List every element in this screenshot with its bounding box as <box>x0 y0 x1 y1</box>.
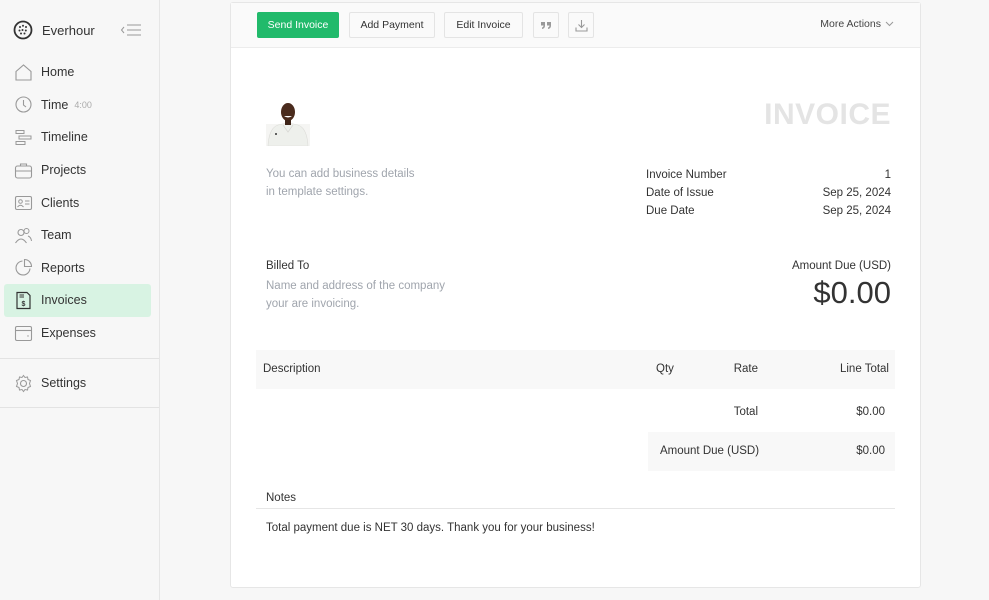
business-logo-image <box>266 103 310 146</box>
sidebar-item-label: Expenses <box>41 326 96 341</box>
everhour-logo-icon <box>13 20 33 40</box>
pie-chart-icon <box>15 259 33 276</box>
total-value: $0.00 <box>856 406 885 418</box>
sidebar-item-label: Settings <box>41 376 87 391</box>
timeline-icon <box>15 129 32 145</box>
notes-label: Notes <box>266 492 297 504</box>
quote-icon <box>541 22 551 29</box>
sidebar-item-label: Home <box>41 65 75 80</box>
amount-due-row-value: $0.00 <box>856 445 885 457</box>
add-payment-button[interactable]: Add Payment <box>349 12 435 38</box>
total-row: Total $0.00 <box>256 396 895 426</box>
billed-note-line: Name and address of the company <box>266 280 445 292</box>
meta-value: Sep 25, 2024 <box>822 205 891 217</box>
sidebar: Everhour Home Time 4:00 Timeline Project… <box>0 0 160 600</box>
collapse-sidebar-icon[interactable] <box>120 22 142 38</box>
meta-label: Date of Issue <box>646 187 714 199</box>
chevron-down-icon <box>885 21 894 27</box>
sidebar-item-invoices[interactable]: $ Invoices <box>4 284 151 317</box>
sidebar-item-time[interactable]: Time 4:00 <box>4 89 151 122</box>
sidebar-divider <box>0 407 159 408</box>
invoice-icon: $ <box>16 291 31 310</box>
invoice-meta: Invoice Number 1 Date of Issue Sep 25, 2… <box>646 166 891 220</box>
sidebar-item-team[interactable]: Team <box>4 219 151 252</box>
meta-value: Sep 25, 2024 <box>822 187 891 199</box>
meta-label: Due Date <box>646 205 695 217</box>
download-button[interactable] <box>568 12 594 38</box>
brand[interactable]: Everhour <box>13 19 95 41</box>
billed-to-label: Billed To <box>266 260 310 272</box>
brand-name: Everhour <box>42 22 95 38</box>
send-invoice-button[interactable]: Send Invoice <box>257 12 339 38</box>
business-note-line: You can add business details <box>266 168 415 180</box>
column-qty: Qty <box>656 363 674 375</box>
wallet-icon <box>14 325 33 341</box>
more-actions-dropdown[interactable]: More Actions <box>820 18 894 30</box>
column-line-total: Line Total <box>839 363 889 375</box>
briefcase-icon <box>14 163 33 179</box>
sidebar-item-label: Clients <box>41 195 80 210</box>
sidebar-item-settings[interactable]: Settings <box>4 367 151 400</box>
notes-text: Total payment due is NET 30 days. Thank … <box>266 522 595 534</box>
sidebar-item-reports[interactable]: Reports <box>4 252 151 285</box>
amount-due-row-label: Amount Due (USD) <box>660 445 760 457</box>
quote-button[interactable] <box>533 12 559 38</box>
sidebar-item-label: Invoices <box>41 293 87 308</box>
billed-note-line: your are invoicing. <box>266 298 360 310</box>
date-of-issue-row: Date of Issue Sep 25, 2024 <box>646 184 891 202</box>
sidebar-item-projects[interactable]: Projects <box>4 154 151 187</box>
due-date-row: Due Date Sep 25, 2024 <box>646 202 891 220</box>
time-badge: 4:00 <box>74 99 92 110</box>
amount-due-row: Amount Due (USD) $0.00 <box>648 432 895 471</box>
column-description: Description <box>263 363 321 375</box>
sidebar-item-label: Team <box>41 228 72 243</box>
sidebar-nav: Home Time 4:00 Timeline Projects Clients… <box>4 56 151 349</box>
amount-due-label: Amount Due (USD) <box>791 260 891 272</box>
sidebar-item-clients[interactable]: Clients <box>4 186 151 219</box>
meta-label: Invoice Number <box>646 169 727 181</box>
sidebar-item-timeline[interactable]: Timeline <box>4 121 151 154</box>
sidebar-divider <box>0 358 159 359</box>
sidebar-item-expenses[interactable]: Expenses <box>4 317 151 350</box>
invoice-card: Send Invoice Add Payment Edit Invoice Mo… <box>230 2 921 588</box>
gear-icon <box>15 374 32 393</box>
team-icon <box>15 227 32 244</box>
line-items-header: Description Qty Rate Line Total <box>256 350 895 389</box>
client-card-icon <box>14 196 33 211</box>
sidebar-item-home[interactable]: Home <box>4 56 151 89</box>
amount-due-value: $0.00 <box>813 275 891 310</box>
sidebar-item-label: Timeline <box>41 130 88 145</box>
invoice-toolbar: Send Invoice Add Payment Edit Invoice Mo… <box>231 3 920 48</box>
invoice-number-row: Invoice Number 1 <box>646 166 891 184</box>
billed-to-placeholder: Name and address of the company your are… <box>266 277 445 313</box>
sidebar-item-label: Projects <box>41 163 87 178</box>
sidebar-item-label: Time <box>41 97 69 112</box>
business-details-placeholder: You can add business details in template… <box>266 165 415 201</box>
home-icon <box>15 64 32 81</box>
more-actions-label: More Actions <box>820 18 881 30</box>
edit-invoice-button[interactable]: Edit Invoice <box>444 12 523 38</box>
column-rate: Rate <box>733 363 758 375</box>
sidebar-item-label: Reports <box>41 260 85 275</box>
total-label: Total <box>733 406 758 418</box>
notes-divider <box>256 508 895 509</box>
download-icon <box>574 19 588 32</box>
invoice-title: INVOICE <box>764 98 891 131</box>
svg-text:$: $ <box>22 301 26 308</box>
clock-icon <box>15 96 32 113</box>
business-note-line: in template settings. <box>266 186 369 198</box>
meta-value: 1 <box>884 169 891 181</box>
